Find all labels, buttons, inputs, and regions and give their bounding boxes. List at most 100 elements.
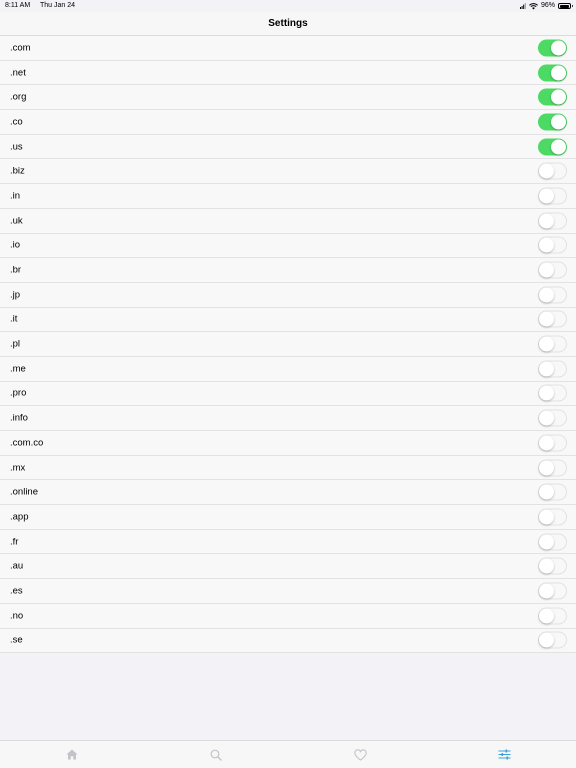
tab-home[interactable] [0, 741, 144, 768]
toggle-knob [551, 114, 566, 130]
tld-label: .io [10, 239, 21, 251]
toggle-knob [539, 237, 554, 253]
battery-icon [558, 3, 573, 9]
toggle-knob [539, 336, 554, 352]
tld-toggle[interactable] [538, 286, 567, 304]
tld-toggle[interactable] [538, 187, 567, 205]
tld-label: .me [10, 363, 26, 375]
tld-toggle[interactable] [538, 360, 567, 378]
tld-label: .uk [10, 215, 23, 227]
list-item: .uk [0, 208, 576, 234]
signal-icon [519, 3, 526, 9]
list-item: .app [0, 505, 576, 530]
tld-toggle[interactable] [538, 582, 567, 600]
tld-label: .in [10, 190, 21, 202]
tld-toggle[interactable] [538, 212, 567, 230]
list-item: .online [0, 480, 576, 506]
list-item: .jp [0, 282, 576, 308]
tld-toggle[interactable] [538, 261, 567, 279]
tld-label: .pro [10, 387, 27, 399]
tld-toggle[interactable] [538, 88, 567, 106]
toggle-knob [539, 311, 554, 327]
status-date: Thu Jan 24 [40, 2, 76, 9]
list-item: .info [0, 406, 576, 431]
toggle-knob [539, 262, 554, 278]
tld-toggle[interactable] [538, 236, 567, 254]
tld-toggle[interactable] [538, 335, 567, 353]
status-time: 8:11 AM [5, 2, 31, 9]
tab-search[interactable] [144, 741, 288, 768]
tld-label: .biz [10, 165, 25, 177]
tld-label: .es [10, 585, 23, 597]
toggle-knob [539, 287, 554, 303]
list-item: .com.co [0, 431, 576, 456]
list-item: .biz [0, 159, 576, 185]
tld-toggle[interactable] [538, 384, 567, 402]
list-item: .no [0, 603, 576, 629]
list-item: .it [0, 307, 576, 333]
tld-label: .com [10, 42, 31, 54]
tld-label: .br [10, 264, 22, 276]
tld-toggle[interactable] [538, 64, 567, 82]
list-item: .pl [0, 332, 576, 357]
toggle-knob [551, 40, 566, 56]
toggle-knob [539, 460, 554, 476]
toggle-knob [539, 435, 554, 451]
tld-label: .mx [10, 462, 26, 474]
tld-toggle[interactable] [538, 310, 567, 328]
tld-toggle[interactable] [538, 533, 567, 551]
toggle-knob [551, 89, 566, 105]
status-bar: 8:11 AM Thu Jan 24 96% [0, 0, 576, 12]
toggle-knob [539, 188, 554, 204]
tld-toggle[interactable] [538, 459, 567, 477]
toggle-knob [539, 213, 554, 229]
toggle-knob [539, 632, 554, 648]
tld-label: .com.co [10, 437, 44, 449]
list-item: .net [0, 60, 576, 86]
toggle-knob [539, 385, 554, 401]
toggle-knob [539, 583, 554, 599]
tld-toggle[interactable] [538, 39, 567, 57]
tab-settings[interactable] [432, 741, 576, 768]
list-item: .io [0, 233, 576, 259]
home-icon [66, 749, 78, 760]
toggle-knob [539, 534, 554, 550]
tld-label: .online [10, 486, 38, 498]
settings-screen: 8:11 AM Thu Jan 24 96% Settings .com .ne… [0, 0, 576, 768]
tld-toggle[interactable] [538, 631, 567, 649]
tld-toggle[interactable] [538, 557, 567, 575]
list-item: .me [0, 356, 576, 382]
tld-toggle[interactable] [538, 483, 567, 501]
toggle-knob [539, 361, 554, 377]
tld-toggle[interactable] [538, 138, 567, 156]
tld-label: .no [10, 610, 24, 622]
list-item: .mx [0, 455, 576, 481]
tld-toggle[interactable] [538, 409, 567, 427]
list-item: .org [0, 85, 576, 111]
status-left: 8:11 AM Thu Jan 24 [5, 0, 83, 12]
list-item: .es [0, 579, 576, 604]
toggle-knob [539, 608, 554, 624]
wifi-icon [529, 2, 538, 10]
tld-toggle[interactable] [538, 607, 567, 625]
list-item: .co [0, 110, 576, 135]
tld-toggle[interactable] [538, 434, 567, 452]
list-item: .in [0, 184, 576, 209]
toggle-knob [539, 163, 554, 179]
tld-label: .pl [10, 338, 21, 350]
toggle-knob [539, 410, 554, 426]
list-item: .com [0, 36, 576, 61]
search-icon [210, 749, 222, 761]
list-item: .pro [0, 381, 576, 407]
toggle-knob [539, 509, 554, 525]
tld-label: .co [10, 116, 23, 128]
tld-toggle[interactable] [538, 113, 567, 131]
list-item: .fr [0, 529, 576, 555]
list-item: .au [0, 554, 576, 580]
tld-toggle[interactable] [538, 162, 567, 180]
tld-list: .com .net .org .co .us .biz .in .uk .io .br .jp .it… [0, 36, 576, 654]
tab-favorites[interactable] [288, 741, 432, 768]
tld-label: .us [10, 141, 23, 153]
page-title: Settings [268, 18, 308, 29]
tld-toggle[interactable] [538, 508, 567, 526]
